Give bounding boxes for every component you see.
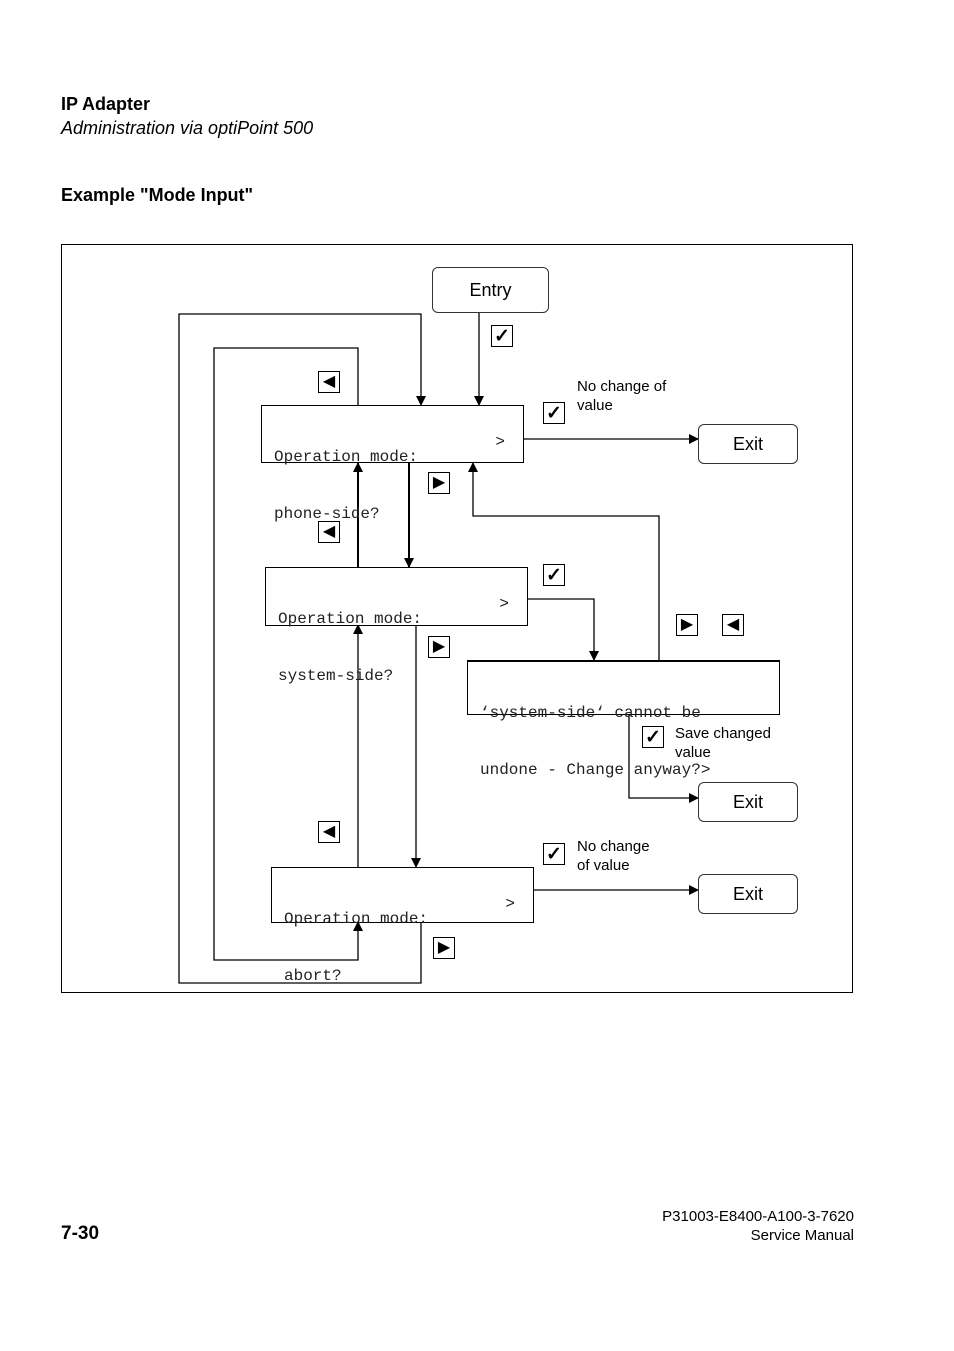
note-line: of value	[577, 857, 630, 874]
left-arrow-key-icon: ◀	[318, 821, 340, 843]
note-line: Save changed	[675, 725, 771, 742]
screen-abort: Operation mode: abort? >	[271, 867, 534, 985]
exit-node-abort: Exit	[698, 874, 798, 914]
screen-system-side-indicator: >	[499, 595, 509, 613]
note-line: value	[675, 744, 711, 761]
left-arrow-key-icon: ◀	[318, 371, 340, 393]
exit-label: Exit	[732, 883, 763, 904]
screen-confirm-line2: undone - Change anyway?>	[480, 761, 711, 779]
screen-confirm-line1: ‘system-side‘ cannot be	[480, 704, 701, 722]
note-abort-exit: No change of value	[577, 837, 650, 875]
exit-node-phone: Exit	[698, 424, 798, 464]
check-key-icon: ✓	[543, 564, 565, 586]
doc-type: Service Manual	[750, 1227, 854, 1244]
left-arrow-key-icon: ◀	[722, 614, 744, 636]
screen-system-side: Operation mode: system-side? >	[265, 567, 528, 685]
exit-label: Exit	[732, 433, 763, 454]
entry-node: Entry	[432, 267, 549, 313]
page-number: 7-30	[61, 1223, 100, 1244]
note-line: value	[577, 397, 613, 414]
check-key-icon: ✓	[543, 402, 565, 424]
right-arrow-key-icon: ▶	[676, 614, 698, 636]
screen-phone-side-line2: phone-side?	[274, 505, 380, 523]
right-arrow-key-icon: ▶	[428, 636, 450, 658]
screen-phone-side-indicator: >	[495, 433, 505, 451]
check-key-icon: ✓	[642, 726, 664, 748]
exit-label: Exit	[732, 791, 763, 812]
doc-info: P31003-E8400-A100-3-7620 Service Manual	[662, 1207, 854, 1245]
right-arrow-key-icon: ▶	[433, 937, 455, 959]
screen-abort-indicator: >	[505, 895, 515, 913]
left-arrow-key-icon: ◀	[318, 521, 340, 543]
note-phone-exit: No change of value	[577, 377, 666, 415]
screen-abort-line1: Operation mode:	[284, 910, 429, 928]
check-key-icon: ✓	[543, 843, 565, 865]
check-key-icon: ✓	[491, 325, 513, 347]
note-line: No change of	[577, 378, 667, 395]
screen-phone-side: Operation mode: phone-side? >	[261, 405, 524, 523]
exit-node-save: Exit	[698, 782, 798, 822]
right-arrow-key-icon: ▶	[428, 472, 450, 494]
screen-system-side-line1: Operation mode:	[278, 610, 423, 628]
screen-confirm: ‘system-side‘ cannot be undone - Change …	[467, 660, 780, 779]
doc-number: P31003-E8400-A100-3-7620	[662, 1208, 854, 1225]
connector-system-to-confirm	[527, 598, 599, 661]
note-save: Save changed value	[675, 724, 771, 762]
note-line: No change	[577, 838, 650, 855]
entry-label: Entry	[469, 279, 512, 300]
screen-phone-side-line1: Operation mode:	[274, 448, 419, 466]
screen-abort-line2: abort?	[284, 967, 342, 985]
